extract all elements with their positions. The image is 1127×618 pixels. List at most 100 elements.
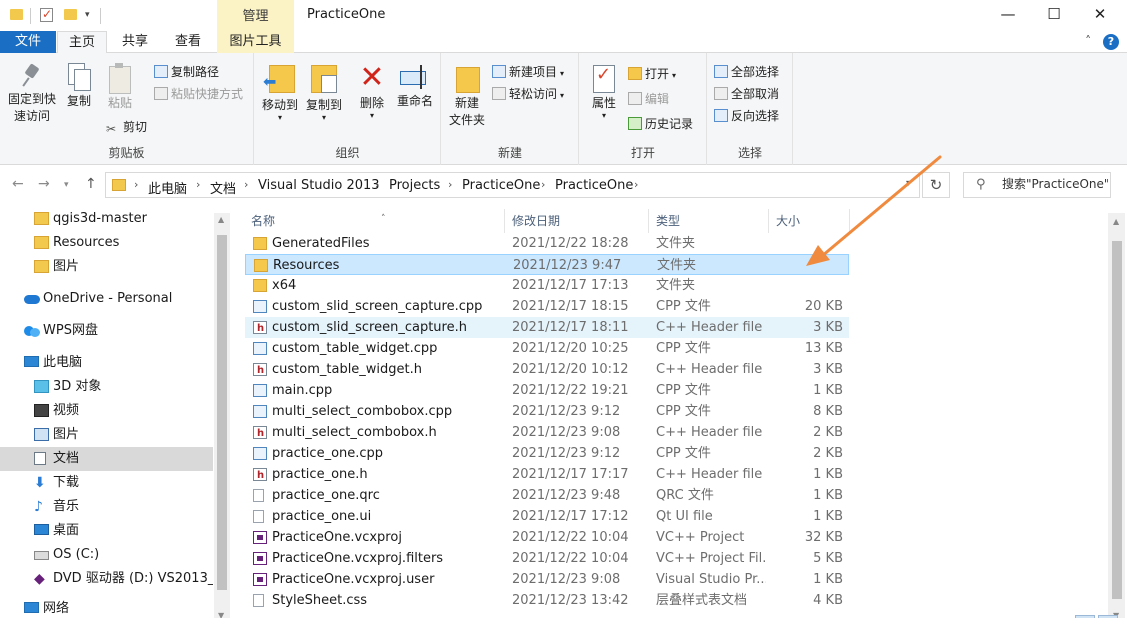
nav-item[interactable]: 文档 [0, 447, 213, 471]
rename-button[interactable]: 重命名 [393, 59, 437, 110]
paste-button[interactable]: 粘贴 [102, 59, 138, 112]
quick-access-new-folder-icon[interactable] [64, 9, 77, 20]
move-to-button[interactable]: 移动到 ▾ [259, 59, 301, 122]
breadcrumb-documents[interactable]: 文档 [210, 178, 236, 197]
cut-button[interactable]: ✂ 剪切 [106, 117, 147, 137]
column-divider[interactable] [648, 209, 649, 233]
select-none-button[interactable]: 全部取消 [714, 84, 779, 104]
nav-item[interactable]: 视频 [0, 399, 213, 423]
up-arrow-icon[interactable]: ↑ [85, 176, 97, 192]
nav-item[interactable]: qgis3d-master [0, 207, 213, 231]
tab-share[interactable]: 共享 [110, 31, 160, 53]
column-header-type[interactable]: 类型 [656, 211, 680, 231]
refresh-button[interactable]: ↻ [922, 172, 950, 198]
history-button[interactable]: 历史记录 [628, 114, 693, 134]
file-row[interactable]: practice_one.cpp 2021/12/23 9:12 CPP 文件 2 K… [245, 443, 849, 464]
copy-to-button[interactable]: 复制到 ▾ [303, 59, 345, 122]
new-folder-button[interactable]: 新建 文件夹 [444, 59, 490, 129]
tab-file[interactable]: 文件 [0, 31, 56, 53]
easy-access-button[interactable]: 轻松访问 ▾ [492, 84, 564, 104]
column-divider[interactable] [768, 209, 769, 233]
nav-item[interactable]: 图片 [0, 255, 213, 279]
file-list-scrollbar-thumb[interactable] [1112, 241, 1122, 599]
breadcrumb-separator-icon[interactable]: › [541, 178, 545, 191]
breadcrumb-separator-icon[interactable]: › [448, 178, 452, 191]
column-header-name[interactable]: 名称 ˄ [251, 211, 386, 231]
breadcrumb-separator-icon[interactable]: › [196, 178, 200, 191]
file-row[interactable]: StyleSheet.css 2021/12/23 13:42 层叠样式表文档 4 K… [245, 590, 849, 611]
file-row[interactable]: custom_slid_screen_capture.cpp 2021/12/17… [245, 296, 849, 317]
tab-home[interactable]: 主页 [57, 31, 107, 54]
close-button[interactable]: ✕ [1077, 0, 1123, 31]
file-row[interactable]: PracticeOne.vcxproj 2021/12/22 10:04 VC++ … [245, 527, 849, 548]
file-row[interactable]: PracticeOne.vcxproj.filters 2021/12/22 10… [245, 548, 849, 569]
file-row[interactable]: multi_select_combobox.h 2021/12/23 9:08 C+… [245, 422, 849, 444]
select-all-button[interactable]: 全部选择 [714, 62, 779, 82]
nav-scrollbar[interactable]: ▲ ▼ [214, 213, 230, 618]
file-list-scrollbar[interactable]: ▲ ▼ [1108, 213, 1125, 618]
column-divider[interactable] [504, 209, 505, 233]
nav-item[interactable]: 桌面 [0, 519, 213, 543]
breadcrumb-projects[interactable]: Projects [389, 178, 440, 193]
quick-access-customize-icon[interactable]: ▾ [85, 10, 90, 26]
column-header-date[interactable]: 修改日期 [512, 211, 560, 231]
file-row[interactable]: practice_one.h 2021/12/17 17:17 C++ Header… [245, 464, 849, 486]
breadcrumb-practiceone[interactable]: PracticeOne [462, 178, 540, 193]
back-arrow-icon[interactable]: ← [12, 176, 24, 192]
nav-item[interactable]: 图片 [0, 423, 213, 447]
nav-scrollbar-thumb[interactable] [217, 235, 227, 590]
nav-item[interactable]: WPS网盘 [0, 319, 213, 343]
nav-item[interactable]: ♪ 音乐 [0, 495, 213, 519]
breadcrumb-visual-studio[interactable]: Visual Studio 2013 [258, 178, 380, 193]
paste-shortcut-button[interactable]: 粘贴快捷方式 [154, 84, 243, 104]
file-row[interactable]: main.cpp 2021/12/22 19:21 CPP 文件 1 KB [245, 380, 849, 401]
nav-item[interactable]: ⬇ 下载 [0, 471, 213, 495]
quick-access-properties-icon[interactable] [40, 7, 53, 22]
breadcrumb-separator-icon[interactable]: › [244, 178, 248, 191]
breadcrumb-separator-icon[interactable]: › [634, 178, 638, 191]
nav-item[interactable]: 网络 [0, 597, 213, 618]
forward-arrow-icon[interactable]: → [38, 176, 50, 192]
file-row[interactable]: Resources 2021/12/23 9:47 文件夹 [245, 254, 849, 275]
nav-item[interactable]: OS (C:) [0, 543, 213, 567]
scroll-up-icon[interactable]: ▲ [1113, 217, 1119, 226]
file-row[interactable]: PracticeOne.vcxproj.user 2021/12/23 9:08 V… [245, 569, 849, 590]
invert-selection-button[interactable]: 反向选择 [714, 106, 779, 126]
file-row[interactable]: custom_table_widget.cpp 2021/12/20 10:25 C… [245, 338, 849, 359]
properties-button[interactable]: 属性 ▾ [586, 59, 622, 120]
help-icon[interactable]: ? [1103, 34, 1119, 50]
file-row[interactable]: x64 2021/12/17 17:13 文件夹 [245, 275, 849, 296]
copy-button[interactable]: 复制 [62, 59, 96, 110]
breadcrumb-separator-icon[interactable]: › [134, 178, 138, 191]
breadcrumb-this-pc[interactable]: 此电脑 [148, 178, 187, 197]
file-row[interactable]: practice_one.qrc 2021/12/23 9:48 QRC 文件 1 K… [245, 485, 849, 506]
scroll-down-icon[interactable]: ▼ [218, 611, 224, 618]
maximize-button[interactable]: ☐ [1031, 0, 1077, 31]
minimize-button[interactable]: — [985, 0, 1031, 31]
search-input[interactable] [1002, 177, 1108, 191]
scroll-up-icon[interactable]: ▲ [218, 215, 224, 224]
pin-quick-access-button[interactable]: 固定到快 速访问 [4, 59, 60, 125]
open-button[interactable]: 打开 ▾ [628, 64, 676, 84]
file-row[interactable]: GeneratedFiles 2021/12/22 18:28 文件夹 [245, 233, 849, 254]
column-header-size[interactable]: 大小 [776, 211, 800, 231]
edit-button[interactable]: 编辑 [628, 89, 669, 109]
search-box[interactable]: ⚲ [963, 172, 1111, 198]
address-bar[interactable]: › 此电脑 › 文档 › Visual Studio 2013 › Projec… [105, 172, 920, 198]
nav-item[interactable]: Resources [0, 231, 213, 255]
breadcrumb-practiceone-current[interactable]: PracticeOne [555, 178, 633, 193]
column-divider[interactable] [849, 209, 850, 233]
address-dropdown-icon[interactable]: ▾ [906, 178, 911, 189]
nav-item[interactable]: OneDrive - Personal [0, 287, 213, 311]
file-row[interactable]: practice_one.ui 2021/12/17 17:12 Qt UI fil… [245, 506, 849, 527]
file-row[interactable]: custom_table_widget.h 2021/12/20 10:12 C++… [245, 359, 849, 381]
breadcrumb-separator-icon[interactable]: › [375, 178, 379, 191]
recent-locations-icon[interactable]: ▾ [64, 180, 69, 190]
delete-button[interactable]: ✕ 删除 ▾ [353, 59, 391, 120]
nav-item[interactable]: 3D 对象 [0, 375, 213, 399]
collapse-ribbon-icon[interactable]: ˄ [1085, 34, 1091, 48]
file-row[interactable]: custom_slid_screen_capture.h 2021/12/17 1… [245, 317, 849, 339]
nav-item[interactable]: ◆ DVD 驱动器 (D:) VS2013_RTM [0, 567, 213, 591]
tab-picture-tools[interactable]: 图片工具 [217, 31, 294, 53]
file-row[interactable]: multi_select_combobox.cpp 2021/12/23 9:12… [245, 401, 849, 422]
